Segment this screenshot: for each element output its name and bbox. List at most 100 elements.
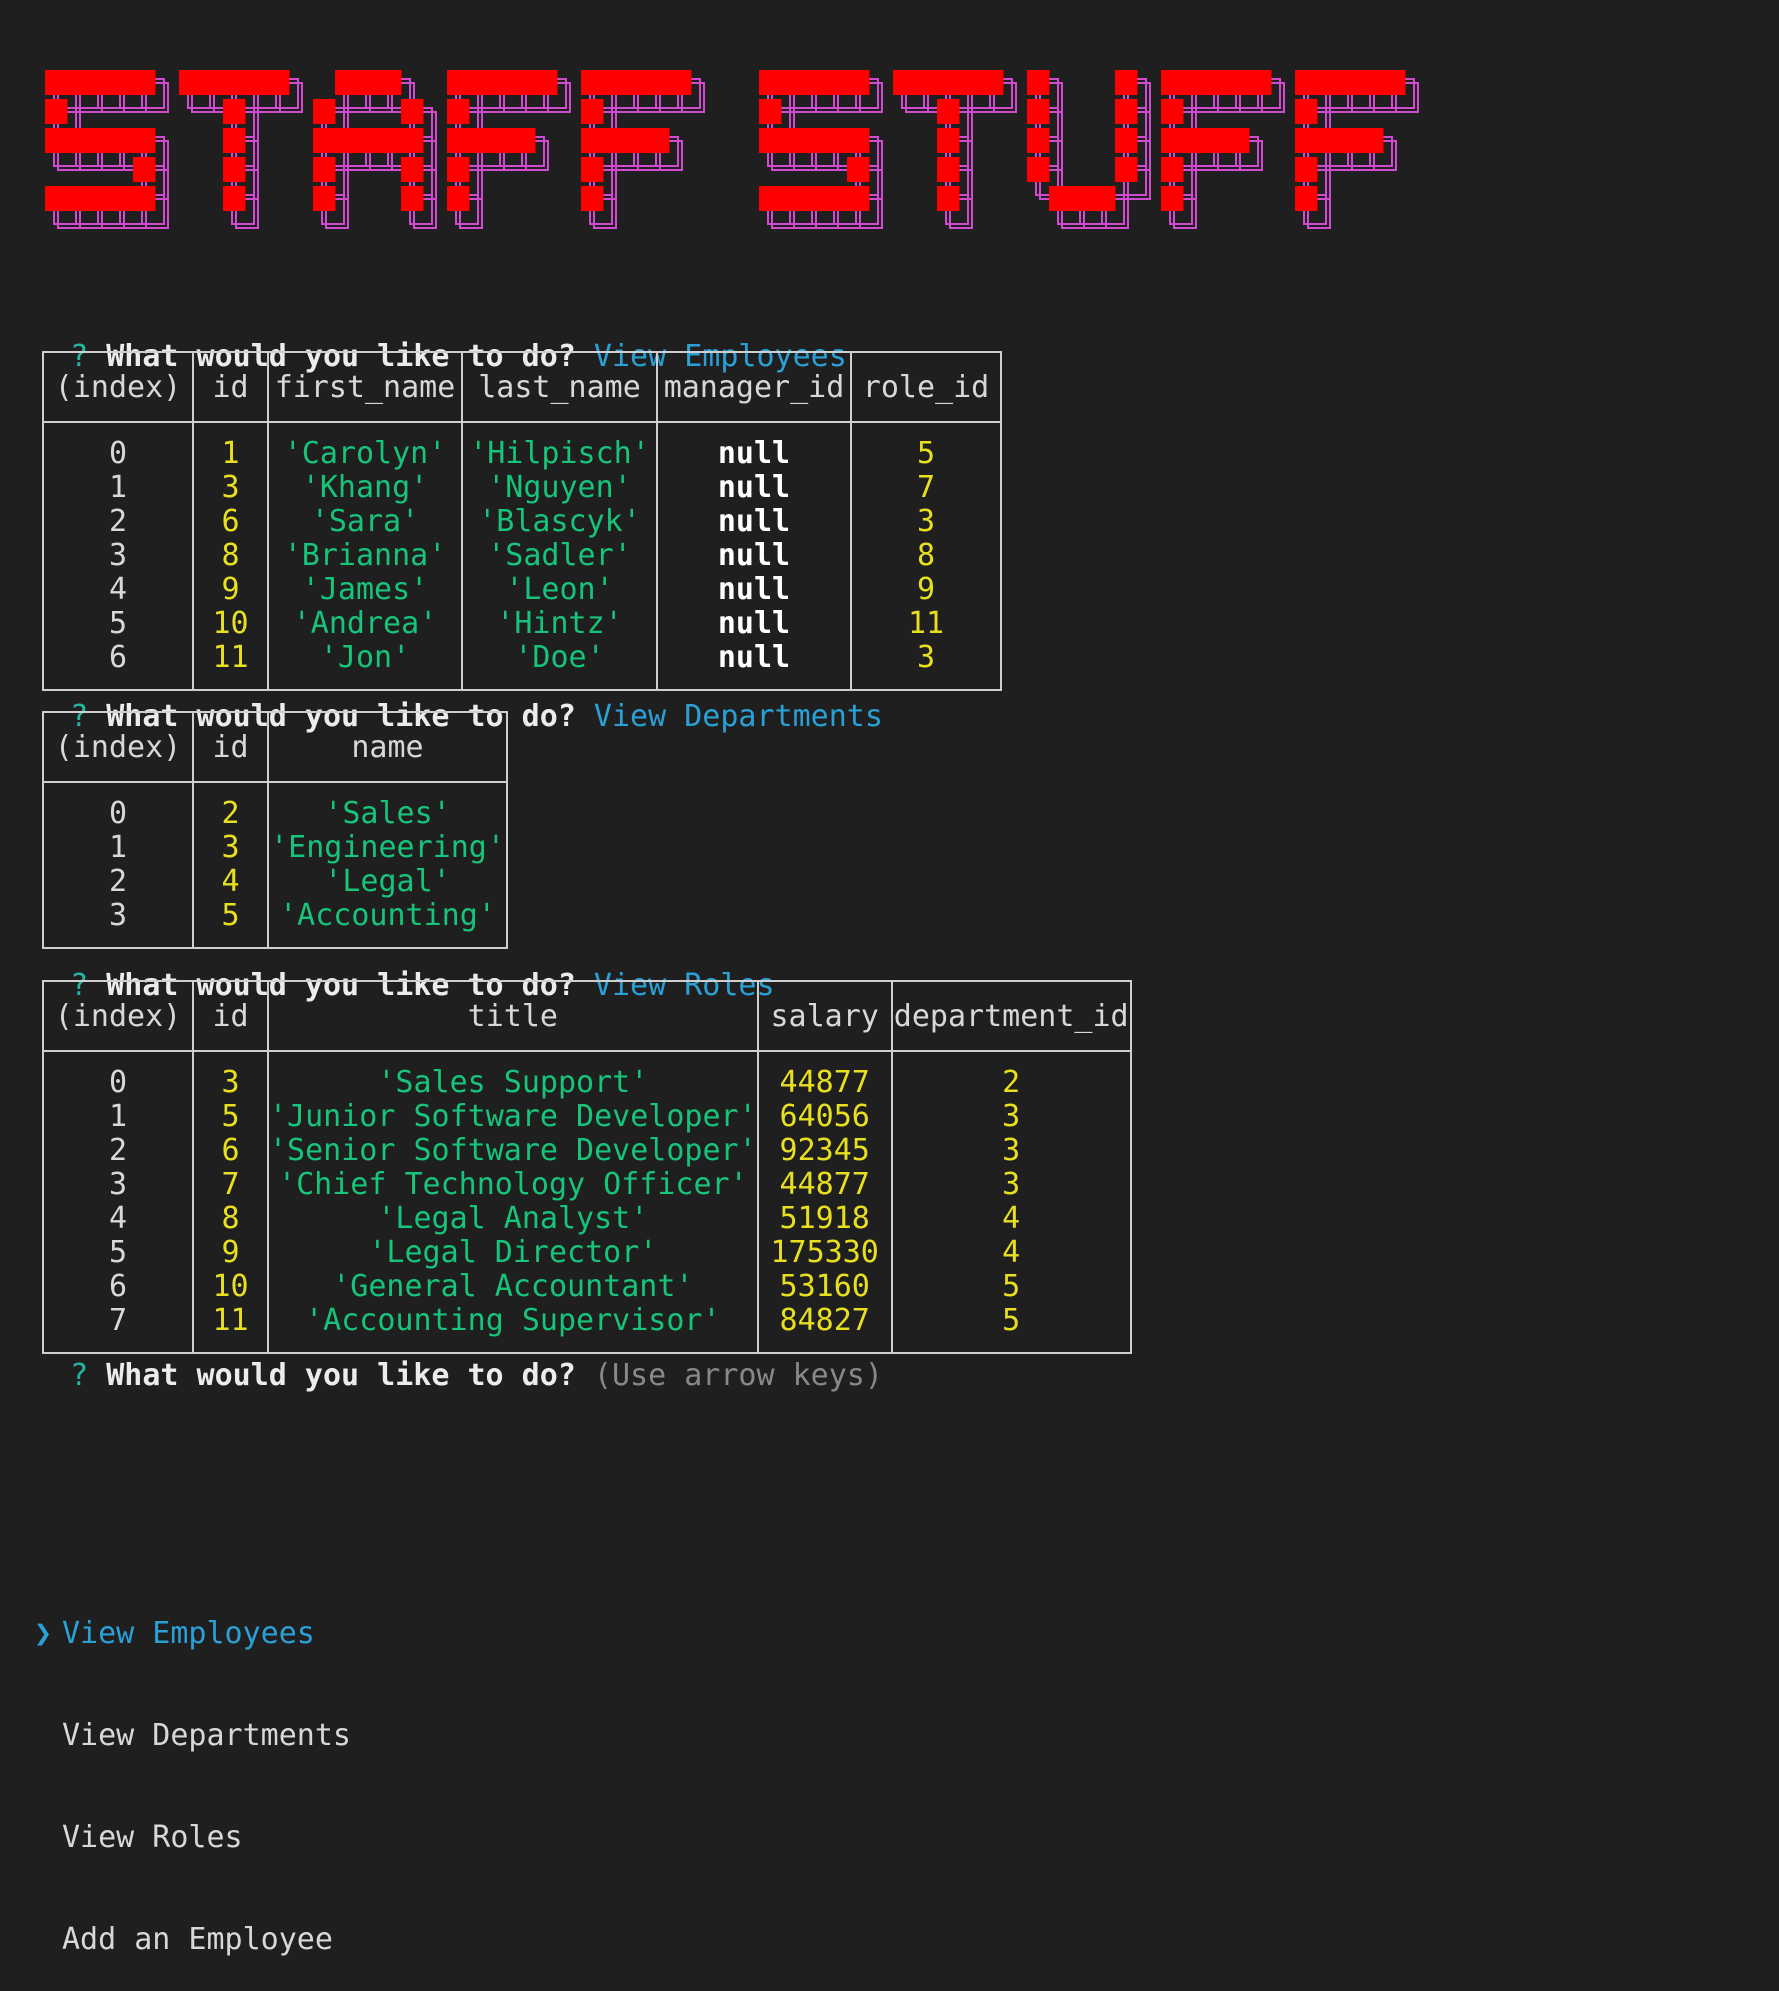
table-row: 0 3 'Sales Support' 44877 2 xyxy=(42,1051,1132,1100)
table-cell: 5 xyxy=(890,1304,1132,1353)
table-cell: 'Legal' xyxy=(267,865,508,899)
table-cell: 64056 xyxy=(756,1100,893,1134)
table-cell: 4 xyxy=(192,865,269,899)
table-row: 3 8 'Brianna' 'Sadler' null 8 xyxy=(42,539,1002,573)
table-cell: 'Sadler' xyxy=(461,539,658,573)
table-cell: 2 xyxy=(192,782,269,831)
table-cell: 11 xyxy=(850,607,1002,641)
table-cell: 4 xyxy=(42,573,194,607)
staff-stuff-banner-logo xyxy=(45,70,1419,229)
table-cell: null xyxy=(656,607,852,641)
table-cell: 9 xyxy=(192,573,269,607)
table-header-row: (index) id name xyxy=(42,711,508,783)
table-cell: 51918 xyxy=(756,1202,893,1236)
table-cell: 1 xyxy=(42,471,194,505)
table-cell: 4 xyxy=(890,1202,1132,1236)
departments-table: (index) id name 0 2 'Sales' 1 3 'Engineering' 2 4… xyxy=(42,711,508,949)
table-row: 5 10 'Andrea' 'Hintz' null 11 xyxy=(42,607,1002,641)
column-header: id xyxy=(192,980,269,1052)
table-cell: 10 xyxy=(192,607,269,641)
table-cell: 4 xyxy=(890,1236,1132,1270)
table-cell: 4 xyxy=(42,1202,194,1236)
table-cell: 3 xyxy=(850,505,1002,539)
table-cell: 7 xyxy=(850,471,1002,505)
table-cell: null xyxy=(656,573,852,607)
table-cell: 6 xyxy=(192,505,269,539)
table-cell: 'Chief Technology Officer' xyxy=(267,1168,759,1202)
table-cell: 7 xyxy=(192,1168,269,1202)
table-header-row: (index) id title salary department_id xyxy=(42,980,1132,1052)
column-header: id xyxy=(192,711,269,783)
table-cell: null xyxy=(656,422,852,471)
table-row: 2 4 'Legal' xyxy=(42,865,508,899)
table-cell: 1 xyxy=(42,831,194,865)
table-cell: 3 xyxy=(192,1051,269,1100)
table-cell: 44877 xyxy=(756,1168,893,1202)
employees-table: (index) id first_name last_name manager_id ro… xyxy=(42,351,1002,691)
table-cell: 2 xyxy=(42,505,194,539)
table-cell: 8 xyxy=(192,1202,269,1236)
table-cell: 44877 xyxy=(756,1051,893,1100)
table-cell: 3 xyxy=(192,831,269,865)
table-cell: 'Leon' xyxy=(461,573,658,607)
table-cell: 92345 xyxy=(756,1134,893,1168)
column-header: last_name xyxy=(461,351,658,423)
table-cell: 175330 xyxy=(756,1236,893,1270)
table-cell: 6 xyxy=(42,1270,194,1304)
table-row: 4 9 'James' 'Leon' null 9 xyxy=(42,573,1002,607)
table-cell: 3 xyxy=(42,1168,194,1202)
menu-item-view-roles[interactable]: View Roles xyxy=(34,1821,351,1855)
column-header: department_id xyxy=(890,980,1132,1052)
column-header: (index) xyxy=(42,351,194,423)
table-cell: 'Carolyn' xyxy=(267,422,463,471)
column-header: role_id xyxy=(850,351,1002,423)
table-cell: 5 xyxy=(42,1236,194,1270)
menu-item-add-employee[interactable]: Add an Employee xyxy=(34,1923,351,1957)
roles-table: (index) id title salary department_id 0 3 'Sal… xyxy=(42,980,1132,1354)
table-cell: 'Senior Software Developer' xyxy=(267,1133,759,1168)
column-header: title xyxy=(267,980,759,1052)
prompt-view-employees: ? What would you like to do? View Employ… xyxy=(34,303,847,374)
table-cell: 53160 xyxy=(756,1270,893,1304)
prompt-question: What would you like to do? xyxy=(106,1358,576,1393)
table-cell: 'Nguyen' xyxy=(461,471,658,505)
menu-item-view-employees[interactable]: ❯ View Employees xyxy=(34,1617,351,1651)
table-cell: 2 xyxy=(42,1134,194,1168)
table-cell: 9 xyxy=(850,573,1002,607)
table-cell: 'Andrea' xyxy=(267,607,463,641)
table-row: 4 8 'Legal Analyst' 51918 4 xyxy=(42,1202,1132,1236)
table-cell: 9 xyxy=(192,1236,269,1270)
table-cell: 1 xyxy=(192,422,269,471)
table-cell: 'Brianna' xyxy=(267,539,463,573)
table-cell: null xyxy=(656,471,852,505)
column-header: manager_id xyxy=(656,351,852,423)
column-header: name xyxy=(267,711,508,783)
table-cell: 'Legal Director' xyxy=(267,1236,759,1270)
prompt-current: ? What would you like to do? (Use arrow … xyxy=(34,1322,883,1393)
table-row: 5 9 'Legal Director' 175330 4 xyxy=(42,1236,1132,1270)
table-header-row: (index) id first_name last_name manager_id ro… xyxy=(42,351,1002,423)
pointer-icon: ❯ xyxy=(34,1616,53,1651)
table-row: 2 6 'Sara' 'Blascyk' null 3 xyxy=(42,505,1002,539)
column-header: (index) xyxy=(42,980,194,1052)
prompt-view-departments: ? What would you like to do? View Depart… xyxy=(34,663,883,734)
prompt-hint: (Use arrow keys) xyxy=(593,1358,883,1393)
column-header: salary xyxy=(756,980,893,1052)
table-cell: 5 xyxy=(192,1100,269,1134)
table-row: 1 3 'Khang' 'Nguyen' null 7 xyxy=(42,471,1002,505)
table-row: 1 5 'Junior Software Developer' 64056 3 xyxy=(42,1100,1132,1134)
table-cell: 3 xyxy=(890,1134,1132,1168)
table-cell: 'James' xyxy=(267,573,463,607)
table-cell: 10 xyxy=(192,1270,269,1304)
prompt-answer: View Departments xyxy=(593,699,883,734)
column-header: first_name xyxy=(267,351,463,423)
table-cell: 'Sales Support' xyxy=(267,1051,759,1100)
menu-item-view-departments[interactable]: View Departments xyxy=(34,1719,351,1753)
table-cell: null xyxy=(656,505,852,539)
table-cell: 3 xyxy=(42,539,194,573)
table-cell: 3 xyxy=(890,1100,1132,1134)
column-header: (index) xyxy=(42,711,194,783)
table-cell: 'Khang' xyxy=(267,471,463,505)
table-cell: 3 xyxy=(890,1168,1132,1202)
table-cell: null xyxy=(656,539,852,573)
